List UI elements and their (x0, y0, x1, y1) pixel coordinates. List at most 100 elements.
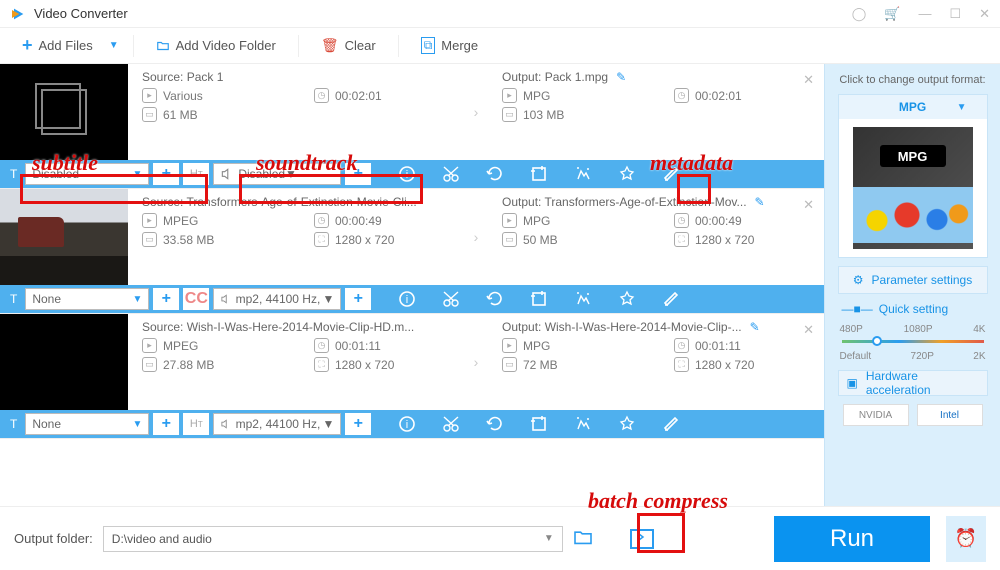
codec-icon: ▸ (142, 213, 157, 228)
list-item: Source: Pack 1 ▸Various ◷00:02:01 ▭61 MB… (0, 64, 824, 189)
size-icon: ▭ (142, 107, 157, 122)
schedule-button[interactable]: ⏰ (946, 516, 986, 562)
clear-button[interactable]: 🗑Clear (313, 33, 384, 58)
arrow-icon: › (464, 70, 488, 154)
speaker-icon (220, 292, 231, 306)
hardware-accel-button[interactable]: ▣Hardware acceleration (838, 370, 988, 396)
browse-folder-button[interactable] (573, 529, 593, 548)
cart-icon[interactable]: 🛒 (884, 6, 900, 22)
format-hint: Click to change output format: (839, 74, 985, 86)
resolution-icon: ⛶ (674, 357, 689, 372)
add-subtitle-button[interactable]: + (153, 288, 179, 310)
add-audio-button[interactable]: + (345, 163, 371, 185)
rotate-icon[interactable] (473, 285, 517, 313)
trash-icon: 🗑 (321, 37, 339, 54)
rename-button[interactable]: ✎ (755, 195, 765, 209)
edit-bar: T Disabled▼ + HT Disabled▼ + i (0, 160, 824, 188)
cc-button[interactable]: HT (183, 163, 209, 185)
size-icon: ▭ (502, 232, 517, 247)
nvidia-chip: NVIDIA (843, 404, 909, 426)
add-files-button[interactable]: +Add Files (14, 31, 101, 60)
add-audio-button[interactable]: + (345, 288, 371, 310)
sidebar: Click to change output format: MPG▼ MPG … (824, 64, 1000, 506)
edit-bar: T None▼ + CC mp2, 44100 Hz, ster▼ + i (0, 285, 824, 313)
cut-icon[interactable] (429, 410, 473, 438)
cut-icon[interactable] (429, 160, 473, 188)
add-subtitle-button[interactable]: + (153, 163, 179, 185)
cc-button[interactable]: HT (183, 413, 209, 435)
batch-compress-button[interactable] (621, 523, 663, 555)
clock-icon: ◷ (674, 338, 689, 353)
bottom-bar: Output folder: D:\video and audio▼ Run ⏰ (0, 506, 1000, 570)
info-icon[interactable]: i (385, 160, 429, 188)
clock-icon: ◷ (674, 88, 689, 103)
audio-track-select[interactable]: mp2, 44100 Hz, ster▼ (213, 413, 341, 435)
info-icon[interactable]: i (385, 285, 429, 313)
watermark-icon[interactable] (605, 410, 649, 438)
rotate-icon[interactable] (473, 410, 517, 438)
crop-icon[interactable] (517, 160, 561, 188)
quality-slider[interactable]: 480P1080P4K Default720P2K (838, 324, 988, 362)
arrow-icon: › (464, 195, 488, 279)
parameter-settings-button[interactable]: ⚙Parameter settings (838, 266, 988, 294)
cut-icon[interactable] (429, 285, 473, 313)
effects-icon[interactable] (561, 160, 605, 188)
add-folder-button[interactable]: Add Video Folder (148, 34, 284, 57)
crop-icon[interactable] (517, 285, 561, 313)
metadata-icon[interactable] (649, 410, 693, 438)
subtitle-select[interactable]: None▼ (25, 288, 149, 310)
cc-button[interactable]: CC (183, 288, 209, 310)
codec-icon: ▸ (142, 338, 157, 353)
minimize-button[interactable]: — (918, 6, 931, 22)
crop-icon[interactable] (517, 410, 561, 438)
list-item: Source: Transformers-Age-of-Extinction-M… (0, 189, 824, 314)
thumbnail[interactable] (0, 64, 128, 160)
chevron-down-icon: ▼ (132, 419, 142, 430)
user-icon[interactable]: ◯ (852, 6, 867, 22)
watermark-icon[interactable] (605, 160, 649, 188)
metadata-icon[interactable] (649, 160, 693, 188)
audio-track-select[interactable]: mp2, 44100 Hz, ster▼ (213, 288, 341, 310)
format-preview: MPG (853, 127, 973, 249)
remove-item-button[interactable]: ✕ (803, 197, 814, 213)
maximize-button[interactable]: ☐ (949, 6, 961, 22)
add-audio-button[interactable]: + (345, 413, 371, 435)
title-bar: Video Converter ◯ 🛒 — ☐ ✕ (0, 0, 1000, 28)
resolution-icon: ⛶ (674, 232, 689, 247)
thumbnail[interactable] (0, 314, 128, 410)
clock-icon: ◷ (314, 338, 329, 353)
codec-icon: ▸ (502, 338, 517, 353)
effects-icon[interactable] (561, 285, 605, 313)
svg-text:i: i (406, 294, 408, 306)
output-label: Output: Wish-I-Was-Here-2014-Movie-Clip-… (502, 320, 742, 334)
thumbnail[interactable] (0, 189, 128, 285)
watermark-icon[interactable] (605, 285, 649, 313)
size-icon: ▭ (502, 107, 517, 122)
chevron-down-icon: ▼ (957, 102, 967, 113)
output-folder-field[interactable]: D:\video and audio▼ (103, 526, 563, 552)
add-subtitle-button[interactable]: + (153, 413, 179, 435)
remove-item-button[interactable]: ✕ (803, 322, 814, 338)
chevron-down-icon: ▼ (285, 167, 297, 181)
metadata-icon[interactable] (649, 285, 693, 313)
sliders-icon: ⚙ (853, 273, 864, 287)
close-window-button[interactable]: ✕ (979, 6, 990, 22)
audio-track-select[interactable]: Disabled▼ (213, 163, 341, 185)
output-folder-label: Output folder: (14, 531, 93, 546)
rename-button[interactable]: ✎ (616, 70, 626, 84)
remove-item-button[interactable]: ✕ (803, 72, 814, 88)
source-label: Source: Pack 1 (142, 70, 464, 84)
output-format-selector[interactable]: MPG▼ MPG (838, 94, 988, 258)
merge-button[interactable]: ⧉Merge (413, 33, 486, 58)
rename-button[interactable]: ✎ (750, 320, 760, 334)
info-icon[interactable]: i (385, 410, 429, 438)
codec-icon: ▸ (502, 88, 517, 103)
subtitle-select[interactable]: Disabled▼ (25, 163, 149, 185)
add-files-dropdown[interactable]: ▼ (109, 40, 119, 51)
subtitle-select[interactable]: None▼ (25, 413, 149, 435)
clock-icon: ◷ (314, 88, 329, 103)
run-button[interactable]: Run (774, 516, 930, 562)
main-toolbar: +Add Files ▼ Add Video Folder 🗑Clear ⧉Me… (0, 28, 1000, 64)
effects-icon[interactable] (561, 410, 605, 438)
rotate-icon[interactable] (473, 160, 517, 188)
